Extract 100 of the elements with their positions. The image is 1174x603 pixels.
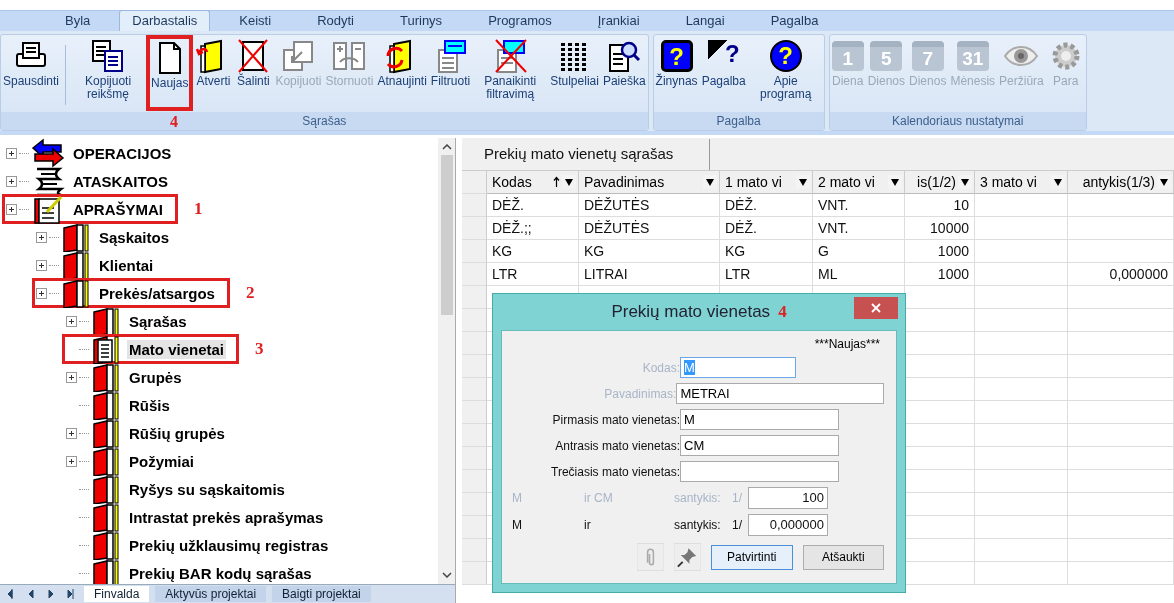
tree-item[interactable]: APRAŠYMAI [71,199,165,219]
ribbon-button[interactable]: Paieška [600,35,648,111]
tree-item[interactable]: Ryšys su sąskaitomis [127,479,287,499]
column-header[interactable]: is(1/2) [905,171,975,194]
ribbon-button[interactable]: Panaikinti filtravimą [472,35,549,111]
expand-icon[interactable] [6,203,17,215]
expand-icon[interactable] [6,175,17,187]
expand-icon[interactable] [6,147,17,159]
ribbon-tab[interactable]: Turinys [383,11,460,31]
ribbon-button[interactable]: Kopijuoti reikšmę [70,35,147,111]
dialog-button[interactable]: Atšaukti [802,544,884,570]
ribbon-tab[interactable]: Darbastalis [119,10,211,31]
column-header[interactable]: Pavadinimas [579,171,720,194]
table-cell: DĖŽ. [720,194,813,217]
column-header[interactable]: 3 mato vi [975,171,1068,194]
scroll-down-icon[interactable] [441,572,452,578]
ribbon-button[interactable]: Atnaujinti [375,35,429,111]
row-header [462,539,487,562]
row-header [462,332,487,355]
group-label: Pagalba [653,112,824,130]
ribbon-tab[interactable]: Langai [668,11,742,31]
ribbon-tab[interactable]: Programos [471,11,569,31]
column-header[interactable]: antykis(1/3) [1068,171,1174,194]
table-cell: DĖŽUTĖS [579,194,720,217]
tree-item[interactable]: Intrastat prekės aprašymas [127,507,326,527]
column-title: Kodas [492,174,533,190]
scroll-up-icon[interactable] [441,144,452,150]
column-header[interactable]: Kodas [487,171,579,194]
input-field[interactable]: M [680,409,839,430]
arrows-icon [31,138,65,168]
book-icon [91,446,121,476]
pin-icon[interactable] [674,543,701,571]
input-field[interactable]: CM [680,435,839,456]
tree-item[interactable]: Rūšių grupės [127,423,227,443]
ribbon-tab[interactable]: Byla [48,11,108,31]
annotation-number: 1 [194,199,203,219]
ribbon-button[interactable]: ? Apie programą [747,35,824,111]
paperclip-icon[interactable] [637,543,664,571]
expand-icon[interactable] [66,315,77,327]
table-cell: KG [487,240,579,263]
tree-item[interactable]: Mato vienetai [127,339,227,359]
scroll-thumb[interactable] [440,155,453,315]
ribbon-button[interactable]: Filtruoti [428,35,473,111]
table-cell: LITRAI [579,263,720,286]
dialog-button[interactable]: Patvirtinti [711,544,793,570]
table-cell: KG [720,240,813,263]
sheet-tab[interactable]: Baigti projektai [272,586,371,602]
table-cell: G [813,240,905,263]
tree-item[interactable]: Rūšis [127,395,172,415]
tree-item[interactable]: Prekių BAR kodų sąrašas [127,563,314,583]
ribbon-button[interactable]: ? Pagalba [699,35,748,111]
input-field[interactable] [680,461,839,482]
table-cell: LTR [487,263,579,286]
tree-item[interactable]: Sąrašas [127,311,189,331]
book-icon [91,390,121,420]
filter-off-icon [492,38,529,74]
expand-icon[interactable] [66,371,77,383]
expand-icon[interactable] [36,259,47,271]
expand-icon[interactable] [36,287,47,299]
column-title: Pavadinimas [584,174,666,190]
row-header [462,263,487,286]
expand-icon[interactable] [66,427,77,439]
column-header[interactable]: 2 mato vi [813,171,905,194]
book-icon [61,278,91,308]
calendar-icon: 1 [831,41,864,71]
row-header [462,401,487,424]
sheet-tab[interactable]: Finvalda [84,586,150,602]
expand-icon[interactable] [66,455,77,467]
scrollbar[interactable] [438,138,455,584]
row-header [462,240,487,263]
ribbon-tab[interactable]: Keisti [222,11,289,31]
ribbon-button[interactable]: Stulpeliai [548,35,601,111]
tree-item[interactable]: Sąskaitos [97,227,172,247]
tree-item[interactable]: Prekių užklausimų registras [127,535,331,555]
ribbon-button[interactable]: ? Žinynas [653,35,700,111]
ribbon-tab[interactable]: Įrankiai [580,11,657,31]
tree-item[interactable]: Prekės/atsargos [97,283,217,303]
expand-icon[interactable] [36,231,47,243]
ribbon-tab[interactable]: Rodyti [300,11,371,31]
column-title: 2 mato vi [818,174,876,190]
tree-item[interactable]: ATASKAITOS [71,171,170,191]
ribbon-button[interactable]: Šalinti [233,35,274,111]
table-cell: ML [813,263,905,286]
tree-item[interactable]: Klientai [97,255,156,275]
table-cell: DĖŽUTĖS [579,217,720,240]
table-cell: VNT. [813,194,905,217]
close-icon[interactable] [854,297,898,319]
row-header [462,424,487,447]
ribbon-button[interactable]: Atverti [193,35,234,111]
tree-item[interactable]: Požymiai [127,451,197,471]
row-header [462,309,487,332]
input-field[interactable]: 0,000000 [748,514,828,536]
ribbon-button[interactable]: Naujas [146,35,194,111]
ribbon-tab[interactable]: Pagalba [753,11,836,31]
ribbon-button[interactable]: Spausdinti [1,35,62,111]
sheet-tab[interactable]: Aktyvūs projektai [155,586,267,602]
tree-item[interactable]: Grupės [127,367,184,387]
row-header [462,470,487,493]
tree-item[interactable]: OPERACIJOS [71,143,174,163]
column-header[interactable]: 1 mato vi [720,171,813,194]
